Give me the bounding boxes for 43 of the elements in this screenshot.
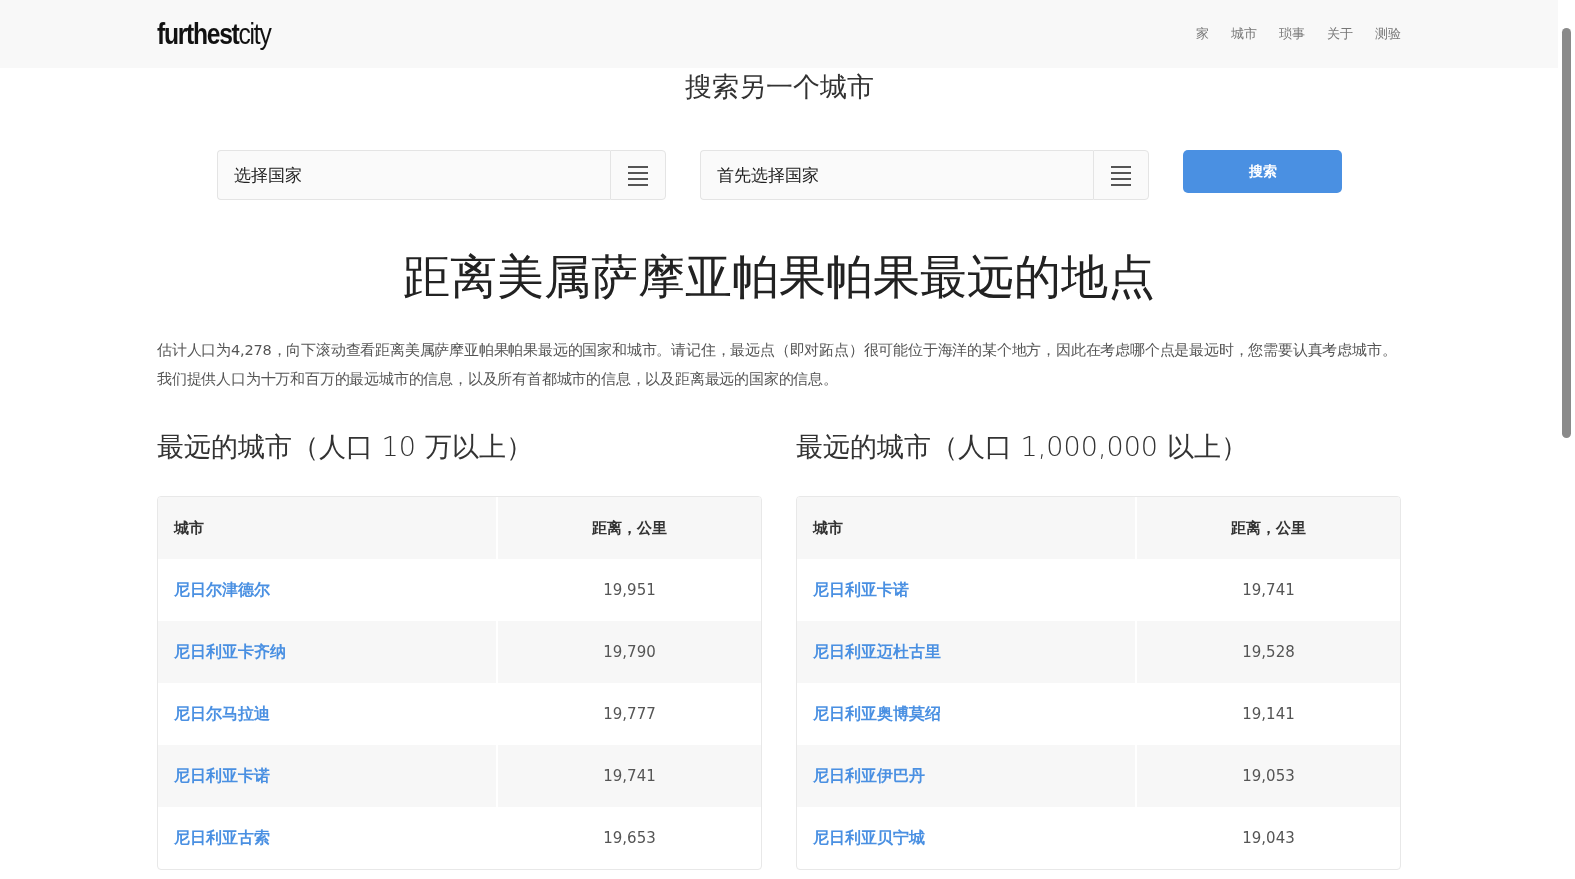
scrollbar-thumb[interactable] <box>1562 28 1571 438</box>
nav-link[interactable]: 城市 <box>1231 25 1257 43</box>
distance-cell-text: 19,141 <box>1241 704 1296 725</box>
distance-cell-text: 19,777 <box>602 704 657 725</box>
distance-cell-text: 19,741 <box>1241 580 1296 601</box>
city-link[interactable]: 尼日利亚伊巴丹 <box>813 765 925 787</box>
search-button[interactable]: 搜索 <box>1183 150 1342 193</box>
city-link[interactable]: 尼日尔津德尔 <box>174 579 270 601</box>
city-link[interactable]: 尼日尔马拉迪 <box>174 703 270 725</box>
distance-cell-text: 19,653 <box>602 828 657 849</box>
table-title: 最远的城市（人口 10 万以上） <box>157 430 534 464</box>
nav-link[interactable]: 关于 <box>1327 25 1353 43</box>
nav-link[interactable]: 琐事 <box>1279 25 1305 43</box>
city-link[interactable]: 尼日利亚卡诺 <box>174 765 270 787</box>
distance-cell-text: 19,528 <box>1241 642 1296 663</box>
page-headline: 距离美属萨摩亚帕果帕果最远的地点 <box>402 248 1156 306</box>
city-link[interactable]: 尼日利亚卡诺 <box>813 579 909 601</box>
city-field[interactable]: 首先选择国家 <box>700 150 1093 200</box>
menu-icon <box>1110 164 1132 186</box>
column-header: 距离，公里 <box>1230 517 1307 539</box>
city-link[interactable]: 尼日利亚奥博莫绍 <box>813 703 941 725</box>
search-title: 搜索另一个城市 <box>683 70 875 104</box>
city-link[interactable]: 尼日利亚卡齐纳 <box>174 641 286 663</box>
intro-paragraph: 估计人口为4,278，向下滚动查看距离美属萨摩亚帕果帕果最远的国家和城市。请记住，最远点（即对跖点）很可能位于海洋的某个地方，因此在考虑哪个点是最远时，您需要认真考虑城市。我们提供人口为十万和百万的最远城市的信息，以及所有首都城市的信息，以及距离最远的国家的信息。 <box>157 341 1398 389</box>
city-link[interactable]: 尼日利亚贝宁城 <box>813 827 925 849</box>
distance-cell-text: 19,741 <box>602 766 657 787</box>
nav-link[interactable]: 测验 <box>1375 25 1401 43</box>
city-link[interactable]: 尼日利亚古索 <box>174 827 270 849</box>
column-header: 城市 <box>158 497 498 559</box>
city-link[interactable]: 尼日利亚迈杜古里 <box>813 641 941 663</box>
table-title: 最远的城市（人口 1,000,000 以上） <box>796 430 1249 464</box>
country-field[interactable]: 选择国家 <box>217 150 610 200</box>
distance-cell-text: 19,951 <box>602 580 657 601</box>
column-header: 距离，公里 <box>591 517 668 539</box>
column-header: 城市 <box>797 497 1137 559</box>
distance-cell-text: 19,043 <box>1241 828 1296 849</box>
site-logo[interactable]: furthestcity <box>157 17 271 51</box>
distance-cell-text: 19,790 <box>602 642 657 663</box>
list-button[interactable] <box>1093 150 1149 200</box>
list-button[interactable] <box>610 150 666 200</box>
menu-icon <box>627 164 649 186</box>
nav-link[interactable]: 家 <box>1196 25 1209 43</box>
distance-cell-text: 19,053 <box>1241 766 1296 787</box>
